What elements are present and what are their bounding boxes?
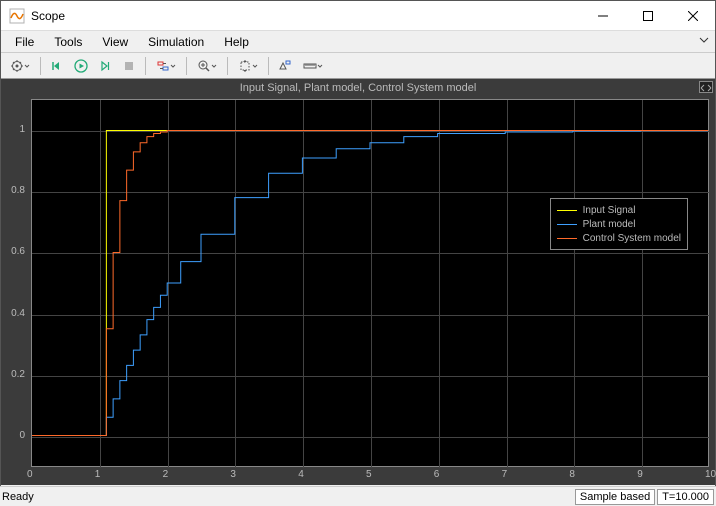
maximize-button[interactable] bbox=[625, 1, 670, 31]
status-ready: Ready bbox=[2, 491, 573, 503]
y-tick-label: 0.8 bbox=[11, 185, 25, 196]
x-tick-label: 7 bbox=[502, 469, 508, 480]
x-tick-label: 3 bbox=[230, 469, 236, 480]
menu-file[interactable]: File bbox=[5, 33, 44, 51]
legend-item: Input Signal bbox=[557, 203, 681, 217]
plot-traces bbox=[32, 100, 708, 466]
close-button[interactable] bbox=[670, 1, 715, 31]
titlebar: Scope bbox=[1, 1, 715, 31]
plot-title: Input Signal, Plant model, Control Syste… bbox=[1, 82, 715, 94]
autoscale-button[interactable] bbox=[233, 55, 263, 77]
x-tick-label: 0 bbox=[27, 469, 33, 480]
trace-1 bbox=[32, 131, 708, 436]
x-tick-label: 1 bbox=[95, 469, 101, 480]
toolbar bbox=[1, 53, 715, 79]
menubar: File Tools View Simulation Help bbox=[1, 31, 715, 53]
status-sample: Sample based bbox=[575, 489, 655, 505]
legend-label: Plant model bbox=[583, 219, 636, 230]
stop-button[interactable] bbox=[118, 55, 140, 77]
x-tick-label: 4 bbox=[298, 469, 304, 480]
signal-selector-button[interactable] bbox=[151, 55, 181, 77]
y-tick-label: 0.2 bbox=[11, 369, 25, 380]
menu-simulation[interactable]: Simulation bbox=[138, 33, 214, 51]
cursor-button[interactable] bbox=[274, 55, 296, 77]
menu-view[interactable]: View bbox=[92, 33, 138, 51]
run-button[interactable] bbox=[70, 55, 92, 77]
measure-button[interactable] bbox=[298, 55, 328, 77]
legend-item: Plant model bbox=[557, 217, 681, 231]
legend-swatch bbox=[557, 238, 577, 239]
step-forward-button[interactable] bbox=[94, 55, 116, 77]
x-tick-label: 9 bbox=[637, 469, 643, 480]
x-tick-label: 8 bbox=[569, 469, 575, 480]
x-tick-label: 6 bbox=[434, 469, 440, 480]
trace-3 bbox=[32, 131, 708, 436]
trace-2 bbox=[32, 131, 708, 436]
legend-item: Control System model bbox=[557, 231, 681, 245]
minimize-button[interactable] bbox=[580, 1, 625, 31]
legend-swatch bbox=[557, 210, 577, 211]
legend-swatch bbox=[557, 224, 577, 225]
app-logo bbox=[9, 8, 25, 24]
step-back-button[interactable] bbox=[46, 55, 68, 77]
plot-area[interactable]: Input Signal Plant model Control System mo… bbox=[31, 99, 709, 467]
status-time: T=10.000 bbox=[657, 489, 714, 505]
y-tick-label: 0.4 bbox=[11, 308, 25, 319]
zoom-button[interactable] bbox=[192, 55, 222, 77]
x-tick-label: 2 bbox=[163, 469, 169, 480]
configure-button[interactable] bbox=[5, 55, 35, 77]
legend[interactable]: Input Signal Plant model Control System mo… bbox=[550, 198, 688, 250]
menubar-overflow-icon[interactable] bbox=[699, 35, 709, 45]
x-tick-label: 10 bbox=[705, 469, 716, 480]
maximize-axes-button[interactable] bbox=[699, 81, 713, 93]
y-tick-label: 1 bbox=[19, 124, 25, 135]
window-title: Scope bbox=[31, 9, 580, 23]
x-tick-label: 5 bbox=[366, 469, 372, 480]
legend-label: Control System model bbox=[583, 233, 681, 244]
y-tick-label: 0.6 bbox=[11, 246, 25, 257]
plot-container: Input Signal, Plant model, Control Syste… bbox=[1, 79, 715, 485]
statusbar: Ready Sample based T=10.000 bbox=[0, 486, 716, 506]
menu-help[interactable]: Help bbox=[214, 33, 259, 51]
menu-tools[interactable]: Tools bbox=[44, 33, 92, 51]
legend-label: Input Signal bbox=[583, 205, 636, 216]
y-tick-label: 0 bbox=[19, 430, 25, 441]
